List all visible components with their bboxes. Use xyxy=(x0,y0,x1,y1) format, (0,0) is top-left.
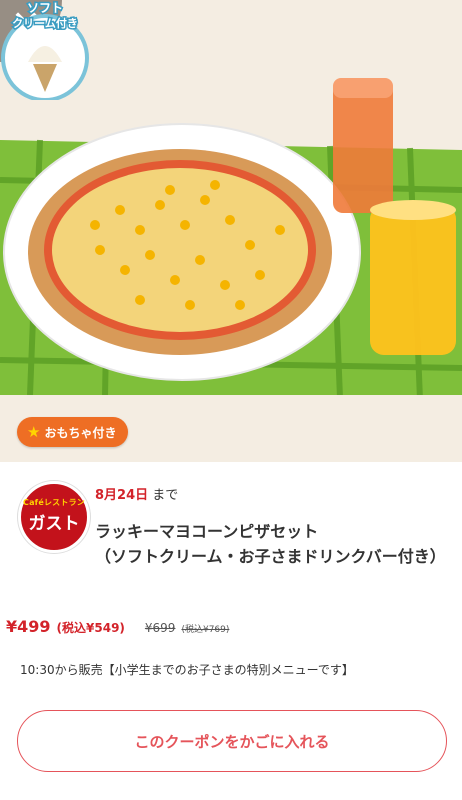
logo-subtitle: Caféレストラン xyxy=(23,497,85,507)
price-row: ¥499 (税込¥549) ¥699 (税込¥769) xyxy=(6,617,229,636)
star-icon: ★ xyxy=(27,423,41,441)
soft-cream-badge: ソフト クリーム付き xyxy=(1,0,89,100)
logo-name: ガスト xyxy=(28,513,80,534)
toy-badge-label: おもちゃ付き xyxy=(44,425,117,440)
valid-until: 8月24日 まで xyxy=(95,484,178,503)
sale-price-tax: (税込¥549) xyxy=(56,621,125,635)
soft-cream-badge-line1: ソフト xyxy=(27,1,63,15)
store-logo: Caféレストラン ガスト xyxy=(18,481,90,553)
product-hero-image: ✕ ソフト クリーム付き ★ おもちゃ付き xyxy=(0,0,462,462)
original-price-tax: (税込¥769) xyxy=(181,625,230,635)
valid-suffix: まで xyxy=(152,488,179,503)
original-price: ¥699 xyxy=(144,621,176,635)
add-to-cart-button[interactable]: このクーポンをかごに入れる xyxy=(17,710,447,772)
sale-price: ¥499 xyxy=(6,617,51,636)
soft-cream-badge-line2: クリーム付き xyxy=(12,16,78,30)
coupon-title: ラッキーマヨコーンピザセット （ソフトクリーム・お子さまドリンクバー付き） xyxy=(95,522,446,566)
coupon-note: 10:30から販売【小学生までのお子さまの特別メニューです】 xyxy=(20,663,354,677)
toy-included-badge: ★ おもちゃ付き xyxy=(17,417,129,447)
valid-date: 8月24日 xyxy=(95,488,149,503)
